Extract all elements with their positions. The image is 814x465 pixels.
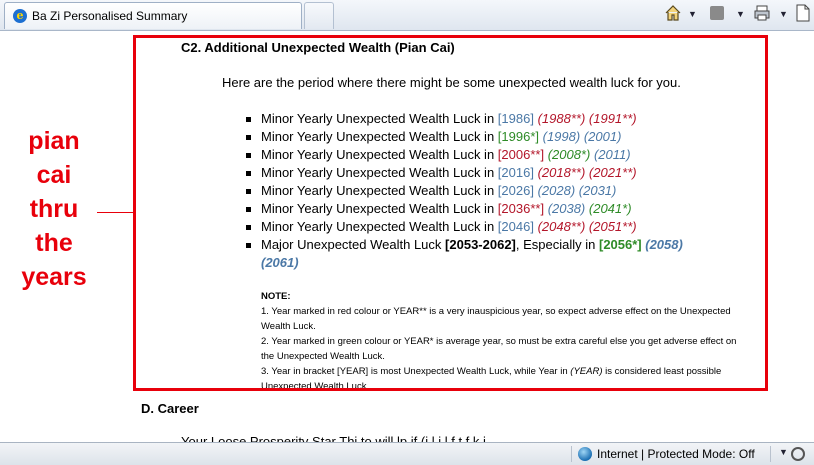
tab-title: Ba Zi Personalised Summary (32, 9, 188, 23)
career-section-title: D. Career (141, 401, 199, 416)
browser-tab-bar: e Ba Zi Personalised Summary ▼ ▼ ▼ (0, 0, 814, 31)
ie-logo-icon: e (13, 9, 27, 23)
new-tab-button[interactable] (304, 2, 334, 29)
highlight-box (133, 35, 768, 391)
feed-icon[interactable] (710, 6, 724, 20)
zoom-icon[interactable] (791, 447, 805, 461)
home-icon[interactable] (664, 4, 684, 24)
status-divider (571, 446, 572, 462)
page-content: C2. Additional Unexpected Wealth (Pian C… (0, 31, 814, 442)
browser-tab[interactable]: e Ba Zi Personalised Summary (4, 2, 302, 29)
annotation-line: cai (36, 161, 72, 189)
annotation-pointer-line (97, 212, 133, 213)
security-zone-text[interactable]: Internet | Protected Mode: Off (597, 447, 755, 461)
home-dropdown-icon[interactable]: ▼ (688, 4, 697, 24)
page-icon[interactable] (795, 4, 811, 24)
annotation-line: years (21, 263, 87, 291)
annotation-line: the (35, 229, 73, 257)
status-bar: Internet | Protected Mode: Off ▼ (0, 442, 814, 465)
annotation-line: thru (29, 195, 79, 223)
internet-zone-icon[interactable] (578, 447, 592, 461)
feed-dropdown-icon[interactable]: ▼ (736, 4, 745, 24)
annotation-line: pian (28, 127, 80, 155)
print-icon[interactable] (753, 4, 773, 24)
career-cut-text: Your Loose Prosperity Star Thi to will l… (181, 434, 486, 442)
print-dropdown-icon[interactable]: ▼ (779, 4, 788, 24)
status-divider (770, 446, 771, 462)
zone-dropdown-icon[interactable]: ▼ (779, 447, 788, 457)
annotation-text: pian cai thru the years (12, 124, 96, 294)
